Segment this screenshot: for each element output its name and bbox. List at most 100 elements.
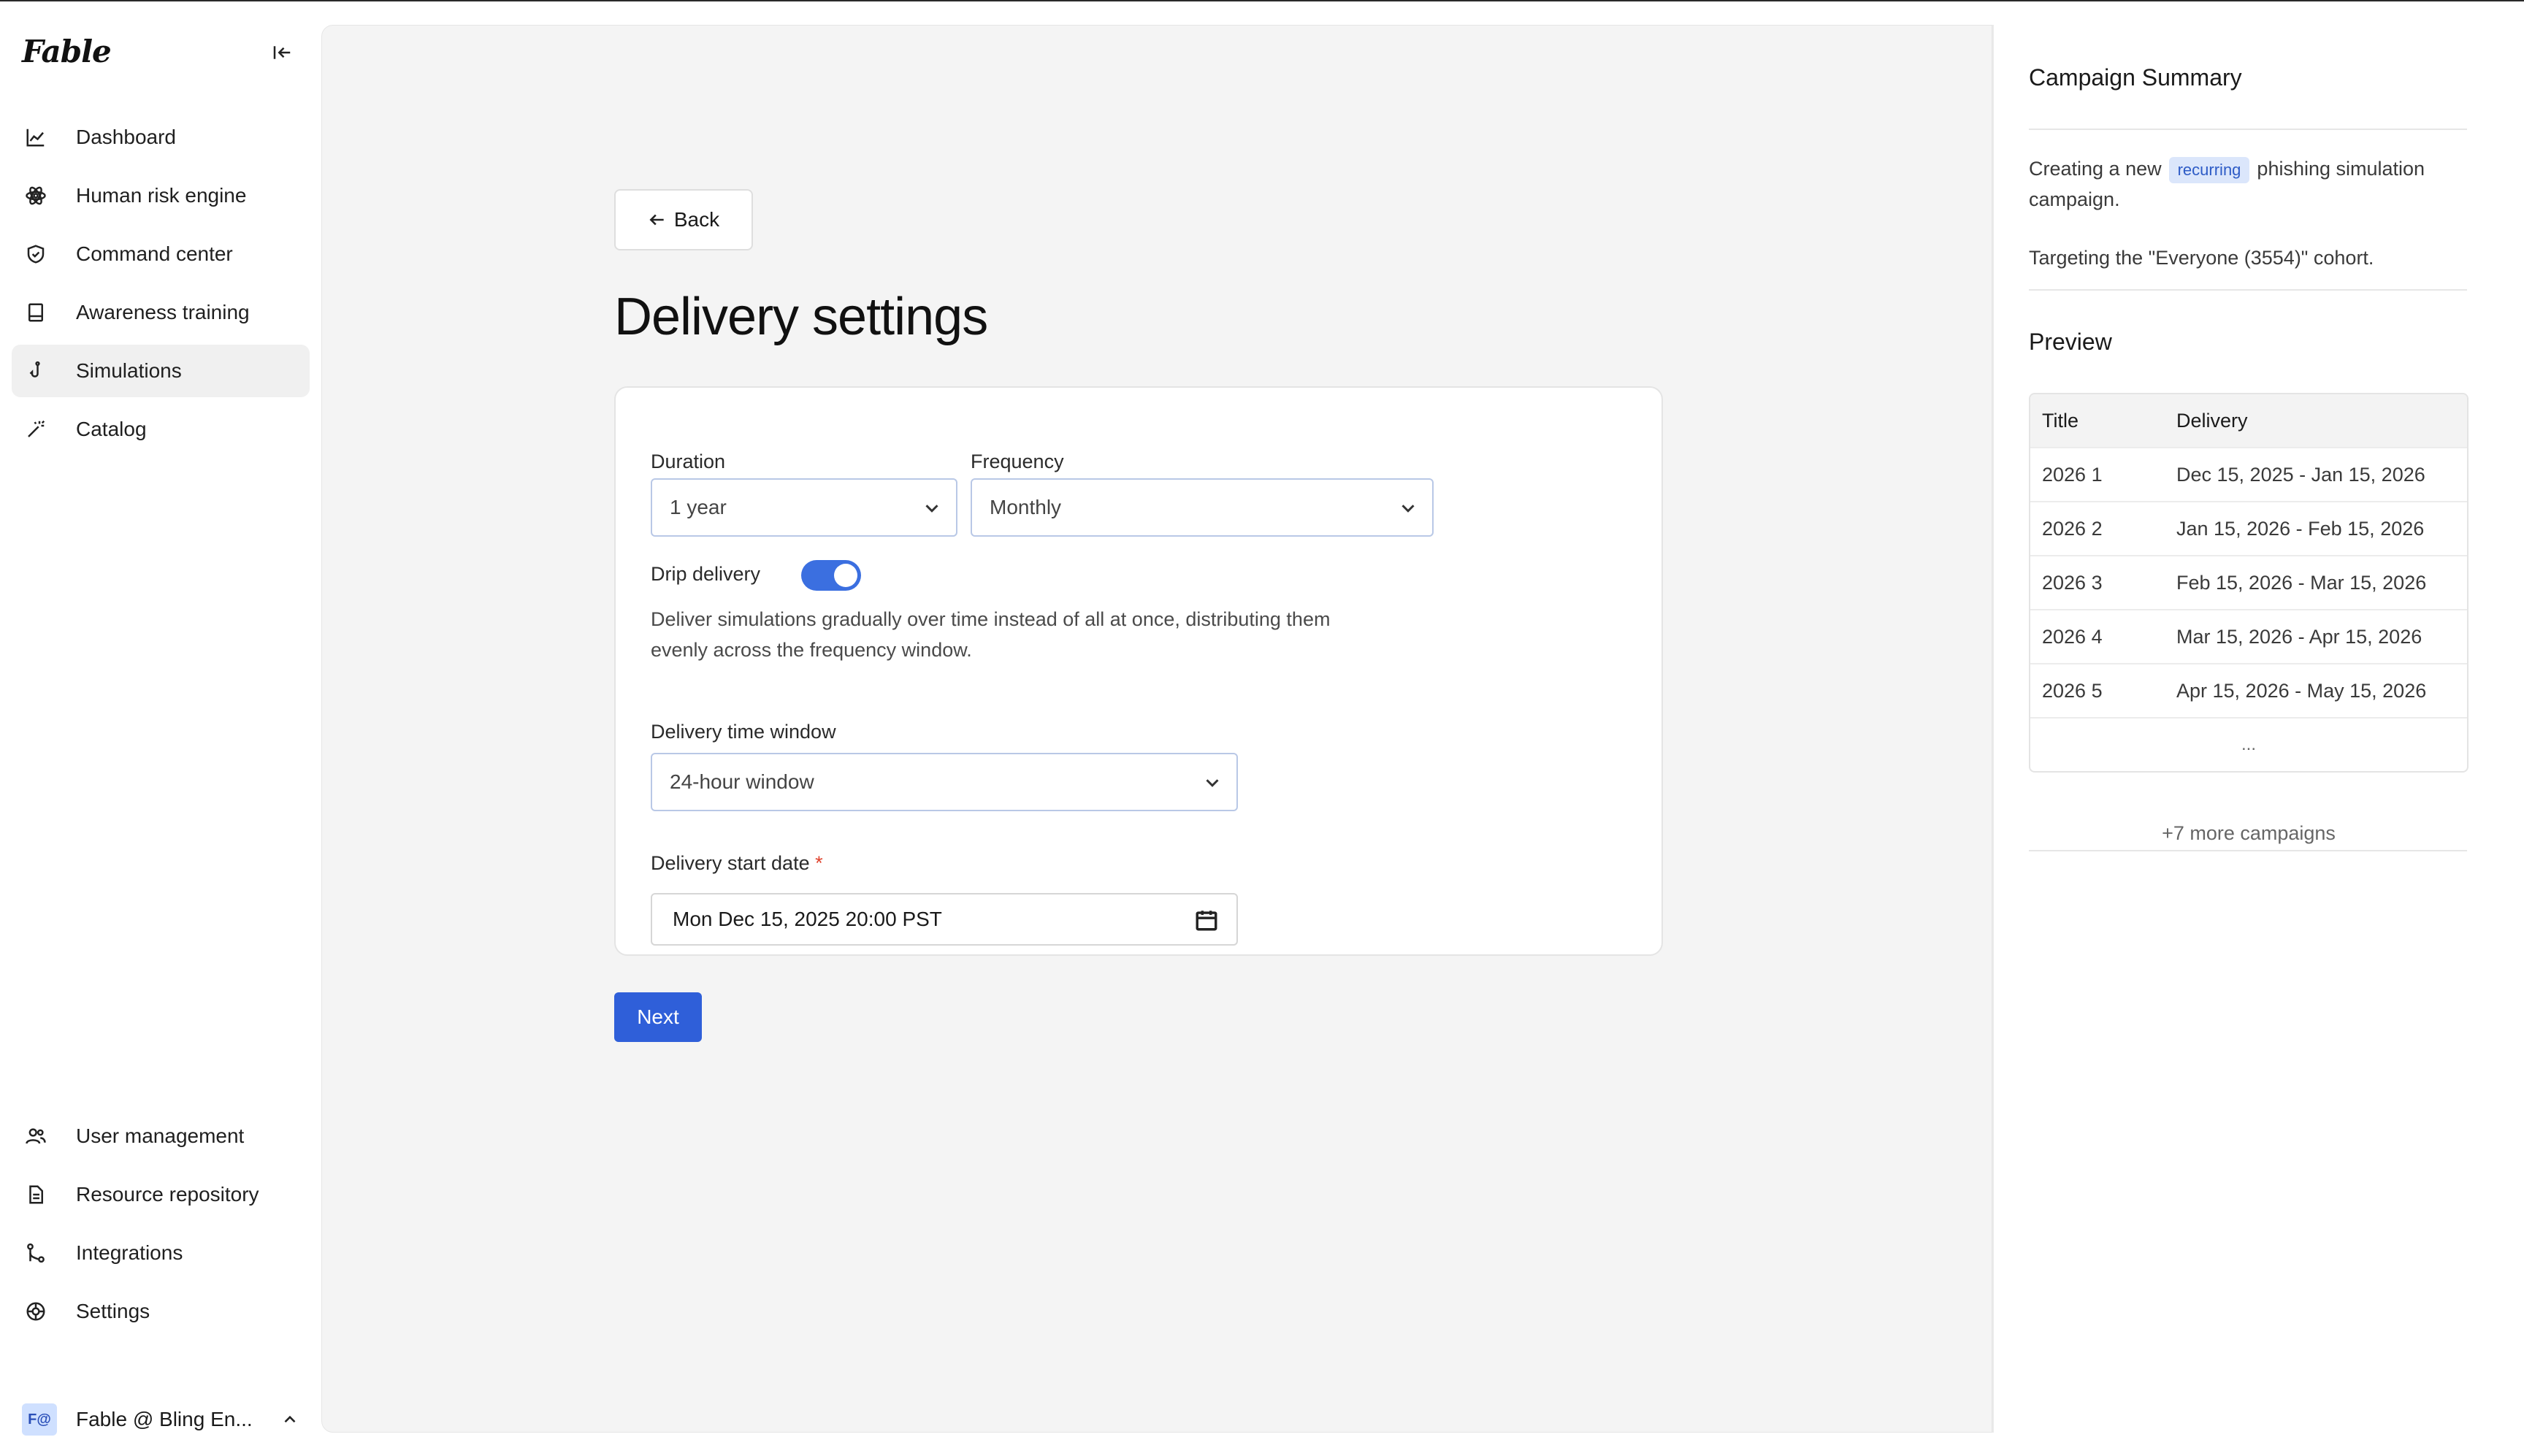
frequency-label: Frequency <box>971 451 1064 472</box>
time-window-value: 24-hour window <box>670 770 814 793</box>
sidebar: Fable Dashboard Human risk engine Comman… <box>0 1 321 1456</box>
divider <box>2029 850 2467 851</box>
sidebar-item-settings[interactable]: Settings <box>12 1285 310 1338</box>
row-delivery: Apr 15, 2026 - May 15, 2026 <box>2176 679 2427 702</box>
time-window-label: Delivery time window <box>651 721 836 743</box>
arrow-left-icon <box>649 214 664 226</box>
preview-table: Title Delivery 2026 1 Dec 15, 2025 - Jan… <box>2029 393 2468 773</box>
table-row: 2026 1 Dec 15, 2025 - Jan 15, 2026 <box>2030 447 2467 501</box>
toggle-knob <box>834 564 857 587</box>
sidebar-item-label: User management <box>76 1124 245 1147</box>
next-button[interactable]: Next <box>614 992 702 1042</box>
drip-delivery-label: Drip delivery <box>651 563 761 585</box>
sidebar-item-label: Settings <box>76 1300 150 1322</box>
git-merge-icon <box>23 1241 48 1265</box>
campaign-summary-panel: Campaign Summary Creating a new recurring… <box>1992 25 2501 1433</box>
drip-delivery-description: Deliver simulations gradually over time … <box>651 608 1331 661</box>
table-row: 2026 3 Feb 15, 2026 - Mar 15, 2026 <box>2030 555 2467 609</box>
row-delivery: Dec 15, 2025 - Jan 15, 2026 <box>2176 463 2425 486</box>
magic-wand-icon <box>23 417 48 442</box>
required-mark: * <box>815 852 823 874</box>
recurring-badge: recurring <box>2168 157 2250 183</box>
shield-check-icon <box>23 242 48 267</box>
collapse-left-icon <box>273 46 291 59</box>
drip-delivery-toggle[interactable] <box>801 560 861 591</box>
chevron-up-icon <box>284 1415 296 1423</box>
document-icon <box>23 1182 48 1207</box>
duration-value: 1 year <box>670 496 727 518</box>
table-ellipsis-row: ... <box>2030 717 2467 771</box>
sidebar-nav-bottom: User management Resource repository Inte… <box>12 1110 310 1344</box>
row-title: 2026 2 <box>2042 517 2103 540</box>
start-date-label-text: Delivery start date <box>651 852 810 874</box>
table-row: 2026 2 Jan 15, 2026 - Feb 15, 2026 <box>2030 501 2467 555</box>
window-top-border <box>0 0 2524 1</box>
row-title: 2026 1 <box>2042 463 2103 486</box>
start-date-input[interactable]: Mon Dec 15, 2025 20:00 PST <box>651 893 1238 946</box>
collapse-sidebar-button[interactable] <box>267 38 297 67</box>
sidebar-item-awareness-training[interactable]: Awareness training <box>12 286 310 339</box>
table-header: Title Delivery <box>2030 394 2467 447</box>
back-button-label: Back <box>673 208 720 231</box>
row-title: 2026 3 <box>2042 571 2103 594</box>
back-button[interactable]: Back <box>614 189 753 250</box>
cohort-text: Targeting the "Everyone (3554)" cohort. <box>2029 247 2374 269</box>
duration-select[interactable]: 1 year <box>651 478 957 537</box>
table-row: 2026 5 Apr 15, 2026 - May 15, 2026 <box>2030 663 2467 717</box>
book-icon <box>23 300 48 325</box>
sidebar-item-label: Simulations <box>76 359 182 382</box>
chevron-down-icon <box>1201 772 1223 794</box>
sidebar-item-command-center[interactable]: Command center <box>12 228 310 280</box>
sidebar-item-label: Resource repository <box>76 1183 259 1206</box>
sidebar-nav-top: Dashboard Human risk engine Command cent… <box>12 111 310 461</box>
gear-icon <box>23 1299 48 1324</box>
calendar-icon[interactable] <box>1194 908 1219 932</box>
preview-title: Preview <box>2029 329 2112 355</box>
column-header-title: Title <box>2042 409 2079 432</box>
fishhook-icon <box>23 359 48 383</box>
sidebar-item-label: Catalog <box>76 418 147 440</box>
sidebar-item-human-risk-engine[interactable]: Human risk engine <box>12 169 310 222</box>
divider <box>2029 289 2467 291</box>
divider <box>2029 129 2467 130</box>
fable-logo: Fable <box>22 34 112 69</box>
chevron-down-icon <box>921 497 943 519</box>
page-title: Delivery settings <box>614 288 988 346</box>
account-switcher[interactable]: F@ Fable @ Bling En... <box>22 1402 299 1437</box>
sidebar-item-label: Command center <box>76 242 233 265</box>
chevron-down-icon <box>1397 497 1419 519</box>
more-campaigns-text: +7 more campaigns <box>2162 822 2336 844</box>
users-icon <box>23 1124 48 1149</box>
atom-icon <box>23 183 48 208</box>
row-title: 2026 5 <box>2042 679 2103 702</box>
delivery-settings-card: Duration 1 year Frequency Monthly Drip d… <box>614 386 1663 956</box>
sidebar-item-label: Integrations <box>76 1241 183 1264</box>
row-delivery: Mar 15, 2026 - Apr 15, 2026 <box>2176 625 2422 648</box>
main-panel: Back Delivery settings Duration 1 year F… <box>321 25 1992 1433</box>
time-window-select[interactable]: 24-hour window <box>651 753 1238 811</box>
row-delivery: Jan 15, 2026 - Feb 15, 2026 <box>2176 517 2425 540</box>
summary-text-before: Creating a new <box>2029 158 2162 180</box>
start-date-value: Mon Dec 15, 2025 20:00 PST <box>673 908 942 930</box>
account-avatar: F@ <box>22 1403 57 1436</box>
summary-title: Campaign Summary <box>2029 64 2242 91</box>
row-delivery: Feb 15, 2026 - Mar 15, 2026 <box>2176 571 2427 594</box>
summary-description: Creating a new recurring phishing simulati… <box>2029 153 2470 215</box>
table-row: 2026 4 Mar 15, 2026 - Apr 15, 2026 <box>2030 609 2467 663</box>
sidebar-item-catalog[interactable]: Catalog <box>12 403 310 456</box>
sidebar-item-dashboard[interactable]: Dashboard <box>12 111 310 164</box>
frequency-select[interactable]: Monthly <box>971 478 1434 537</box>
chart-line-icon <box>23 125 48 150</box>
sidebar-item-label: Dashboard <box>76 126 176 148</box>
row-title: 2026 4 <box>2042 625 2103 648</box>
start-date-label: Delivery start date * <box>651 852 823 875</box>
duration-label: Duration <box>651 451 726 472</box>
column-header-delivery: Delivery <box>2176 409 2248 432</box>
sidebar-item-simulations[interactable]: Simulations <box>12 345 310 397</box>
account-name: Fable @ Bling En... <box>76 1408 253 1430</box>
sidebar-item-label: Human risk engine <box>76 184 247 207</box>
sidebar-item-user-management[interactable]: User management <box>12 1110 310 1162</box>
sidebar-item-resource-repository[interactable]: Resource repository <box>12 1168 310 1221</box>
frequency-value: Monthly <box>990 496 1062 518</box>
sidebar-item-integrations[interactable]: Integrations <box>12 1227 310 1279</box>
